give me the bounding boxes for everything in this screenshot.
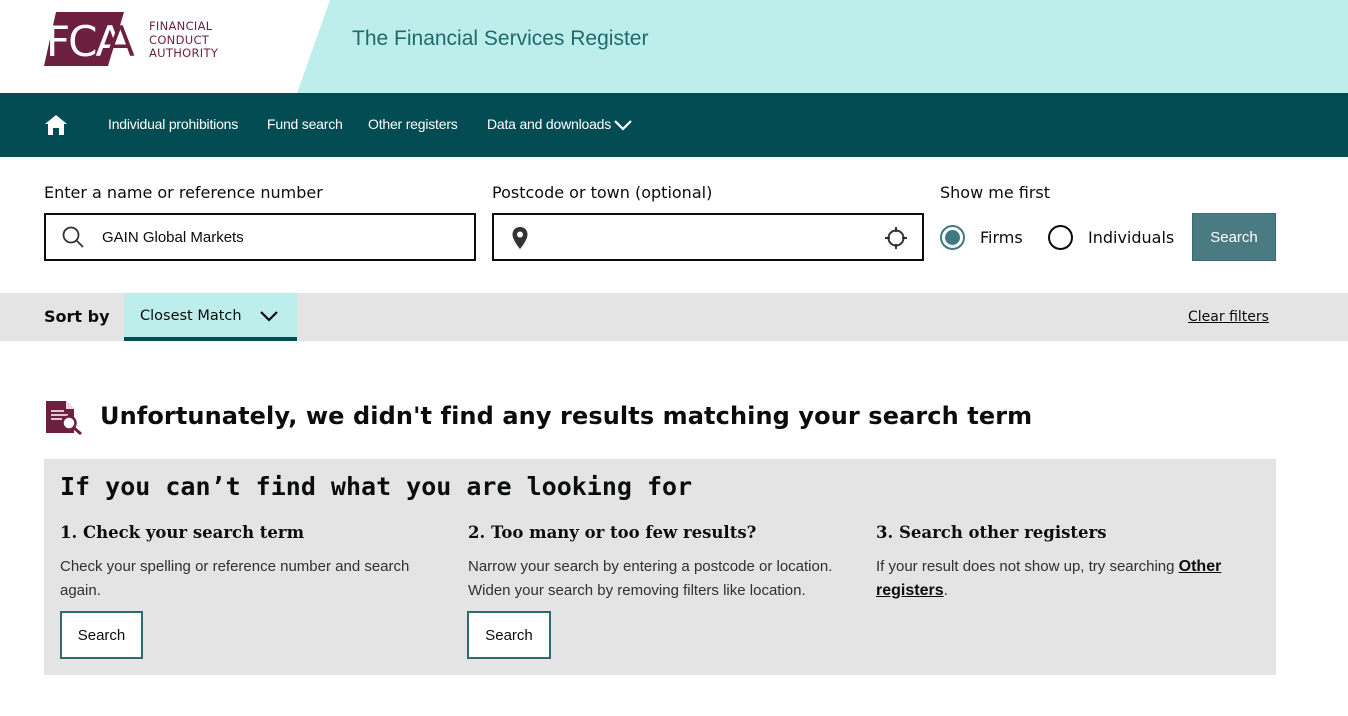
name-search-input[interactable]: GAIN Global Markets	[44, 213, 476, 261]
locate-me-icon[interactable]	[884, 226, 908, 250]
help-column-check-search: 1. Check your search term Check your spe…	[60, 523, 460, 603]
site-title[interactable]: The Financial Services Register	[352, 27, 648, 51]
home-icon[interactable]	[44, 113, 68, 137]
help-panel-title: If you can’t find what you are looking f…	[60, 472, 693, 501]
sort-bar: Sort by Closest Match Clear filters	[0, 293, 1348, 341]
no-results-heading: Unfortunately, we didn't find any result…	[100, 402, 1033, 430]
logo-wordmark: FINANCIAL CONDUCT AUTHORITY	[149, 19, 219, 61]
individuals-radio[interactable]	[1048, 225, 1073, 250]
name-input-value: GAIN Global Markets	[102, 229, 244, 246]
location-pin-icon	[512, 227, 528, 249]
search-button[interactable]: Search	[1192, 213, 1276, 261]
nav-item-other-registers[interactable]: Other registers	[368, 116, 458, 132]
clear-filters-link[interactable]: Clear filters	[1188, 309, 1269, 325]
sort-selected-value: Closest Match	[140, 308, 242, 324]
svg-text:A: A	[106, 17, 135, 66]
sort-dropdown[interactable]: Closest Match	[124, 293, 297, 341]
chevron-down-icon[interactable]	[612, 118, 634, 132]
show-first-label: Show me first	[940, 183, 1051, 202]
sort-label: Sort by	[44, 307, 110, 326]
help-search-button-2[interactable]: Search	[467, 611, 551, 659]
help-search-button-1[interactable]: Search	[60, 611, 143, 659]
logo-line-3: AUTHORITY	[149, 46, 219, 60]
help-column-other-registers: 3. Search other registers If your result…	[876, 523, 1276, 603]
location-field-label: Postcode or town (optional)	[492, 183, 713, 202]
site-header: FCA A FINANCIAL CONDUCT AUTHORITY The Fi…	[0, 0, 1348, 93]
main-nav: Individual prohibitions Fund search Othe…	[0, 93, 1348, 157]
search-icon	[62, 226, 84, 248]
help-column-title: 2. Too many or too few results?	[468, 523, 757, 542]
help-column-title: 3. Search other registers	[876, 523, 1107, 542]
logo-line-2: CONDUCT	[149, 32, 210, 47]
help-panel: If you can’t find what you are looking f…	[44, 459, 1276, 675]
logo-line-1: FINANCIAL	[149, 19, 213, 33]
chevron-down-icon	[260, 311, 278, 322]
help-column-title: 1. Check your search term	[60, 523, 305, 542]
document-search-icon	[46, 401, 82, 435]
location-input[interactable]	[492, 213, 924, 261]
help-text-after-link: .	[943, 582, 948, 599]
help-text-before-link: If your result does not show up, try sea…	[876, 558, 1179, 575]
nav-item-individual-prohibitions[interactable]: Individual prohibitions	[108, 116, 238, 132]
firms-radio[interactable]	[940, 225, 965, 250]
help-column-text: Narrow your search by entering a postcod…	[468, 558, 833, 599]
help-column-text: If your result does not show up, try sea…	[876, 555, 1256, 603]
help-column-too-many-results: 2. Too many or too few results? Narrow y…	[468, 523, 868, 603]
name-field-label: Enter a name or reference number	[44, 183, 323, 202]
individuals-radio-label[interactable]: Individuals	[1088, 228, 1174, 247]
help-column-text: Check your spelling or reference number …	[60, 558, 410, 599]
nav-item-data-and-downloads[interactable]: Data and downloads	[487, 116, 611, 132]
nav-item-fund-search[interactable]: Fund search	[267, 116, 343, 132]
firms-radio-label[interactable]: Firms	[980, 228, 1023, 247]
